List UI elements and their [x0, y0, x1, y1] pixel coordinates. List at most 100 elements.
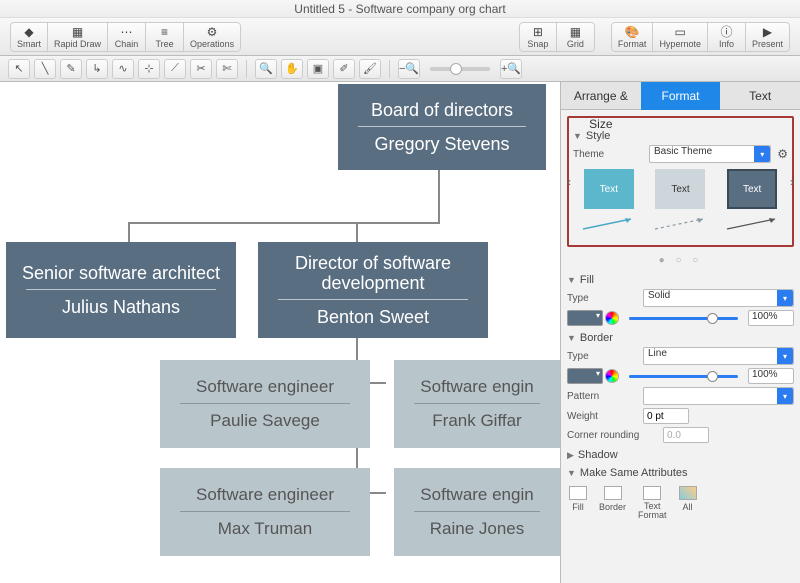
present-button[interactable]: ▶Present: [746, 22, 790, 52]
gear-icon[interactable]: ⚙: [777, 147, 788, 161]
inspector-panel: Arrange & Size Format Text ▼Style Theme …: [560, 82, 800, 583]
window-title: Untitled 5 - Software company org chart: [0, 0, 800, 18]
zoom-in[interactable]: +🔍: [500, 59, 522, 79]
dropdown-arrow-icon: ▾: [777, 348, 793, 364]
style-swatch-3[interactable]: Text: [727, 169, 777, 209]
fill-type-select[interactable]: Solid▾: [643, 289, 794, 307]
style-header[interactable]: ▼Style: [573, 130, 788, 142]
pointer-tool[interactable]: ↖: [8, 59, 30, 79]
node-director[interactable]: Director of software development Benton …: [258, 242, 488, 338]
color-swatch[interactable]: [567, 310, 603, 326]
fill-header[interactable]: ▼Fill: [567, 274, 794, 286]
arrow-style-3[interactable]: [725, 215, 780, 233]
same-all-button[interactable]: All: [679, 486, 697, 520]
zoom-out[interactable]: −🔍: [398, 59, 420, 79]
zoom-slider[interactable]: [430, 67, 490, 71]
panel-body: ▼Style Theme Basic Theme▾ ⚙ Text Text Te…: [561, 110, 800, 583]
connector: [128, 222, 440, 224]
style-swatch-1[interactable]: Text: [584, 169, 634, 209]
corner-label: Corner rounding: [567, 430, 657, 441]
weight-input[interactable]: [643, 408, 689, 424]
arrow-style-1[interactable]: [581, 215, 636, 233]
disclosure-triangle-icon: ▼: [567, 468, 576, 478]
chevron-left-icon[interactable]: ‹: [567, 175, 571, 189]
tab-arrange[interactable]: Arrange & Size: [561, 82, 641, 110]
node-eng4[interactable]: Software engin Raine Jones: [394, 468, 560, 556]
pen-tool[interactable]: ✎: [60, 59, 82, 79]
crop-tool[interactable]: ⟋: [164, 59, 186, 79]
arrow-style-2[interactable]: [653, 215, 708, 233]
make-same-buttons: Fill Border Text Format All: [567, 482, 794, 524]
fill-opacity-value[interactable]: 100%: [748, 310, 794, 326]
disclosure-triangle-icon: ▼: [567, 333, 576, 343]
same-textformat-button[interactable]: Text Format: [638, 486, 667, 520]
format-button[interactable]: 🎨Format: [611, 22, 654, 52]
hypernote-button[interactable]: ▭Hypernote: [653, 22, 708, 52]
hand-tool[interactable]: ✋: [281, 59, 303, 79]
border-opacity-value[interactable]: 100%: [748, 368, 794, 384]
pattern-select[interactable]: ▾: [643, 387, 794, 405]
operations-button[interactable]: ⚙Operations: [184, 22, 241, 52]
border-icon: [604, 486, 622, 500]
hypernote-icon: ▭: [675, 25, 686, 39]
make-same-header[interactable]: ▼Make Same Attributes: [567, 467, 794, 479]
node-eng2[interactable]: Software engin Frank Giffar: [394, 360, 560, 448]
corner-input[interactable]: [663, 427, 709, 443]
info-button[interactable]: ⓘInfo: [708, 22, 746, 52]
node-eng1[interactable]: Software engineer Paulie Savege: [160, 360, 370, 448]
canvas[interactable]: Board of directors Gregory Stevens Senio…: [0, 82, 560, 583]
disclosure-triangle-icon: ▼: [573, 131, 582, 141]
style-swatches: Text Text Text: [573, 169, 788, 209]
color-swatch[interactable]: [567, 368, 603, 384]
border-header[interactable]: ▼Border: [567, 332, 794, 344]
chevron-right-icon[interactable]: ›: [790, 175, 794, 189]
line-tool[interactable]: ╲: [34, 59, 56, 79]
tree-button[interactable]: ≡Tree: [146, 22, 184, 52]
eyedropper-tool[interactable]: ✐: [333, 59, 355, 79]
tree-icon: ≡: [161, 25, 168, 39]
connector-tool[interactable]: ↳: [86, 59, 108, 79]
cut-tool[interactable]: ✂: [190, 59, 212, 79]
paint-tool[interactable]: 🖌: [359, 59, 381, 79]
grid-icon: ▦: [570, 25, 581, 39]
anchor-tool[interactable]: ⊹: [138, 59, 160, 79]
scissor-tool[interactable]: ✄: [216, 59, 238, 79]
node-eng3[interactable]: Software engineer Max Truman: [160, 468, 370, 556]
text-format-icon: [643, 486, 661, 500]
same-fill-button[interactable]: Fill: [569, 486, 587, 520]
border-type-select[interactable]: Line▾: [643, 347, 794, 365]
same-border-button[interactable]: Border: [599, 486, 626, 520]
tab-format[interactable]: Format: [641, 82, 721, 110]
present-icon: ▶: [763, 25, 772, 39]
smart-button[interactable]: ◆Smart: [10, 22, 48, 52]
color-wheel-icon[interactable]: [605, 311, 619, 325]
rapid-draw-button[interactable]: ▦Rapid Draw: [48, 22, 108, 52]
node-architect[interactable]: Senior software architect Julius Nathans: [6, 242, 236, 338]
snap-button[interactable]: ⊞Snap: [519, 22, 557, 52]
dropdown-arrow-icon: ▾: [754, 146, 770, 162]
theme-label: Theme: [573, 149, 643, 160]
stamp-tool[interactable]: ▣: [307, 59, 329, 79]
tab-text[interactable]: Text: [720, 82, 800, 110]
snap-icon: ⊞: [533, 25, 543, 39]
fill-color-picker[interactable]: [567, 310, 619, 326]
panel-tabs: Arrange & Size Format Text: [561, 82, 800, 110]
zoom-tool[interactable]: 🔍: [255, 59, 277, 79]
workspace: Board of directors Gregory Stevens Senio…: [0, 82, 800, 583]
shadow-header[interactable]: ▶Shadow: [567, 449, 794, 461]
border-opacity-slider[interactable]: [629, 375, 738, 378]
grid-button[interactable]: ▦Grid: [557, 22, 595, 52]
dropdown-arrow-icon: ▾: [777, 388, 793, 404]
chain-button[interactable]: ⋯Chain: [108, 22, 146, 52]
smart-icon: ◆: [24, 25, 33, 39]
path-tool[interactable]: ∿: [112, 59, 134, 79]
style-swatch-2[interactable]: Text: [655, 169, 705, 209]
node-board[interactable]: Board of directors Gregory Stevens: [338, 84, 546, 170]
border-color-picker[interactable]: [567, 368, 619, 384]
fill-opacity-slider[interactable]: [629, 317, 738, 320]
theme-select[interactable]: Basic Theme▾: [649, 145, 771, 163]
fill-icon: [569, 486, 587, 500]
pattern-label: Pattern: [567, 391, 637, 402]
color-wheel-icon[interactable]: [605, 369, 619, 383]
page-dots[interactable]: ● ○ ○: [567, 255, 794, 266]
